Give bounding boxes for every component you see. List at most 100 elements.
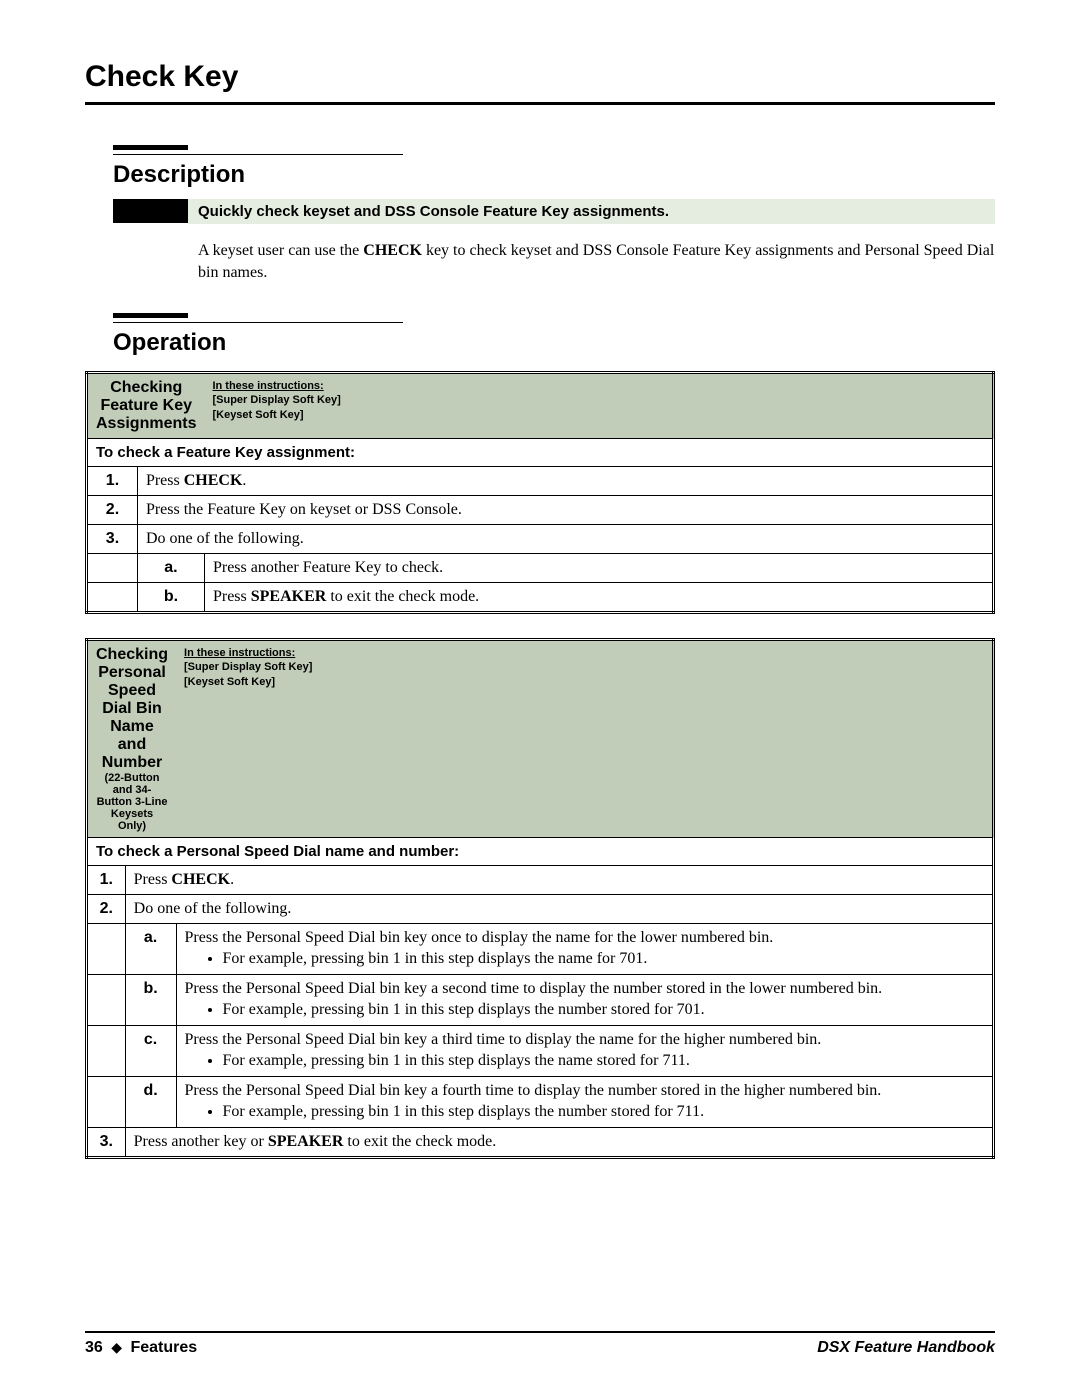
t: Press the Personal Speed Dial bin key a … — [185, 980, 883, 997]
step-text: Press another Feature Key to check. — [204, 554, 993, 583]
step-letter: d. — [125, 1077, 176, 1128]
section-rule — [113, 154, 403, 155]
t: Press — [213, 588, 251, 605]
blank — [87, 554, 138, 583]
t: Press another key or — [134, 1133, 268, 1150]
step-letter: b. — [137, 583, 204, 613]
bullet: For example, pressing bin 1 in this step… — [223, 950, 984, 968]
note-line3: [Keyset Soft Key] — [212, 409, 303, 421]
table1-row-3: 3. Do one of the following. — [87, 525, 994, 554]
table2-row-2c: c. Press the Personal Speed Dial bin key… — [87, 1026, 994, 1077]
table2-subhead-row: To check a Personal Speed Dial name and … — [87, 838, 994, 866]
step-text: Press the Feature Key on keyset or DSS C… — [137, 496, 993, 525]
step-text: Press SPEAKER to exit the check mode. — [204, 583, 993, 613]
table1-row-1: 1. Press CHECK. — [87, 467, 994, 496]
t: Press the Personal Speed Dial bin key a … — [185, 1031, 822, 1048]
table1-header-row: Checking Feature Key Assignments In thes… — [87, 373, 994, 439]
diamond-icon: ◆ — [107, 1339, 126, 1355]
section-bar — [113, 145, 188, 150]
table2-row-2d: d. Press the Personal Speed Dial bin key… — [87, 1077, 994, 1128]
callout-black-box — [113, 199, 188, 223]
note-line1: In these instructions: — [212, 380, 323, 392]
step-text: Do one of the following. — [125, 895, 993, 924]
step-number: 1. — [87, 467, 138, 496]
table2-header-row: Checking Personal Speed Dial Bin Name an… — [87, 640, 994, 838]
step-text: Do one of the following. — [137, 525, 993, 554]
note-line2: [Super Display Soft Key] — [212, 394, 340, 406]
description-body: A keyset user can use the CHECK key to c… — [198, 240, 995, 283]
page-title: Check Key — [85, 60, 995, 94]
bullet: For example, pressing bin 1 in this step… — [223, 1001, 984, 1019]
table1-row-3a: a. Press another Feature Key to check. — [87, 554, 994, 583]
step-letter: a. — [125, 924, 176, 975]
blank — [87, 975, 126, 1026]
title-rule — [85, 102, 995, 105]
table2-row-2a: a. Press the Personal Speed Dial bin key… — [87, 924, 994, 975]
step-number: 3. — [87, 525, 138, 554]
instructions-note: In these instructions: [Super Display So… — [212, 379, 984, 422]
table1-subhead-row: To check a Feature Key assignment: — [87, 439, 994, 467]
t: CHECK — [184, 472, 243, 489]
table1-row-3b: b. Press SPEAKER to exit the check mode. — [87, 583, 994, 613]
step-number: 3. — [87, 1128, 126, 1158]
t: SPEAKER — [251, 588, 327, 605]
footer-left: 36 ◆ Features — [85, 1339, 197, 1357]
step-letter: c. — [125, 1026, 176, 1077]
bullet-list: For example, pressing bin 1 in this step… — [185, 1001, 984, 1019]
footer-rule — [85, 1331, 995, 1333]
step-text: Press the Personal Speed Dial bin key a … — [176, 1077, 993, 1128]
bullet-list: For example, pressing bin 1 in this step… — [185, 1103, 984, 1121]
table-feature-key-assignments: Checking Feature Key Assignments In thes… — [85, 371, 995, 614]
table2-row-1: 1. Press CHECK. — [87, 866, 994, 895]
body-bold: CHECK — [363, 242, 422, 259]
step-text: Press the Personal Speed Dial bin key a … — [176, 975, 993, 1026]
note-line3: [Keyset Soft Key] — [184, 676, 275, 688]
t: SPEAKER — [268, 1133, 344, 1150]
callout-text: Quickly check keyset and DSS Console Fea… — [188, 199, 995, 224]
note-line2: [Super Display Soft Key] — [184, 661, 312, 673]
blank — [87, 1077, 126, 1128]
page-footer: 36 ◆ Features DSX Feature Handbook — [85, 1331, 995, 1357]
step-number: 2. — [87, 895, 126, 924]
t: CHECK — [171, 871, 230, 888]
table1-title: Checking Feature Key Assignments — [96, 379, 196, 433]
table2-row-2b: b. Press the Personal Speed Dial bin key… — [87, 975, 994, 1026]
t: . — [242, 472, 246, 489]
note-line1: In these instructions: — [184, 647, 295, 659]
operation-heading: Operation — [113, 329, 995, 357]
blank — [87, 924, 126, 975]
page-number: 36 — [85, 1339, 103, 1356]
table1-row-2: 2. Press the Feature Key on keyset or DS… — [87, 496, 994, 525]
bullet-list: For example, pressing bin 1 in this step… — [185, 950, 984, 968]
instructions-note: In these instructions: [Super Display So… — [184, 646, 984, 689]
table2-title: Checking Personal Speed Dial Bin Name an… — [96, 646, 168, 772]
operation-heading-wrap: Operation — [113, 313, 995, 357]
table2-subhead: To check a Personal Speed Dial name and … — [87, 838, 994, 866]
description-heading: Description — [113, 161, 995, 189]
table2-row-2: 2. Do one of the following. — [87, 895, 994, 924]
step-number: 1. — [87, 866, 126, 895]
section-bar — [113, 313, 188, 318]
t: to exit the check mode. — [326, 588, 479, 605]
t: Press — [146, 472, 184, 489]
step-text: Press another key or SPEAKER to exit the… — [125, 1128, 993, 1158]
step-text: Press the Personal Speed Dial bin key on… — [176, 924, 993, 975]
t: . — [230, 871, 234, 888]
bullet: For example, pressing bin 1 in this step… — [223, 1052, 984, 1070]
footer-section: Features — [130, 1339, 197, 1356]
description-callout: Quickly check keyset and DSS Console Fea… — [113, 199, 995, 224]
t: Press — [134, 871, 172, 888]
footer-right: DSX Feature Handbook — [817, 1339, 995, 1357]
step-text: Press the Personal Speed Dial bin key a … — [176, 1026, 993, 1077]
blank — [87, 1026, 126, 1077]
step-text: Press CHECK. — [125, 866, 993, 895]
table-speed-dial-bin: Checking Personal Speed Dial Bin Name an… — [85, 638, 995, 1159]
step-number: 2. — [87, 496, 138, 525]
table2-row-3: 3. Press another key or SPEAKER to exit … — [87, 1128, 994, 1158]
step-text: Press CHECK. — [137, 467, 993, 496]
blank — [87, 583, 138, 613]
table2-title-sub: (22-Button and 34-Button 3-Line Keysets … — [96, 772, 168, 832]
t: Press the Personal Speed Dial bin key a … — [185, 1082, 882, 1099]
bullet: For example, pressing bin 1 in this step… — [223, 1103, 984, 1121]
table1-subhead: To check a Feature Key assignment: — [87, 439, 994, 467]
